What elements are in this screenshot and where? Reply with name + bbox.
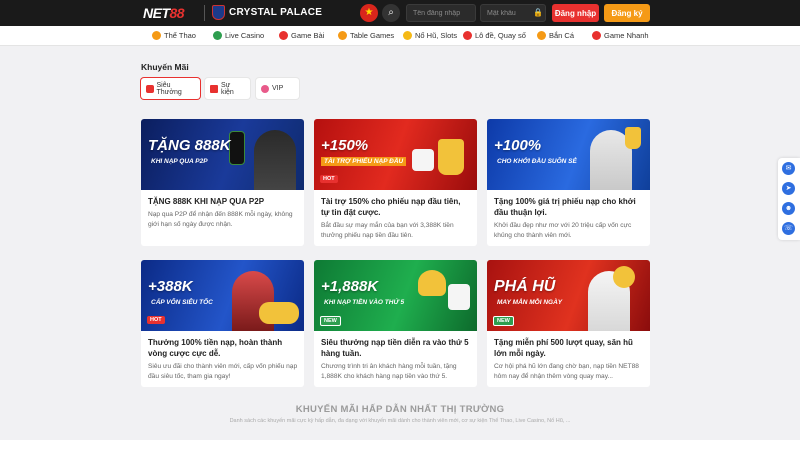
hot-badge: HOT [147,316,165,324]
banner-tagline: MAY MẮN MỖI NGÀY [497,299,563,306]
nav-item-ban-ca[interactable]: Bắn Cá [537,31,574,40]
vietnam-flag-icon[interactable]: ★ [360,4,378,22]
rocket-icon [592,31,601,40]
header-divider [204,5,205,21]
vip-icon [261,84,269,93]
lock-icon: 🔒 [533,8,543,17]
banner-headline: PHÁ HŨ [494,278,556,295]
nav-item-table-games[interactable]: Table Games [338,31,394,40]
cards-icon [279,31,288,40]
card-description: Siêu ưu đãi cho thành viên mới, cấp vốn … [148,363,298,380]
footer-strip [0,440,800,454]
promo-banner: +100% CHO KHỞI ĐẦU SUÔN SẺ [487,119,650,190]
promo-card[interactable]: +100% CHO KHỞI ĐẦU SUÔN SẺ Tặng 100% giá… [487,119,650,246]
register-button[interactable]: Đăng ký [604,4,650,22]
gift-box-image [412,149,434,171]
chat-icon[interactable]: ✉ [782,162,795,175]
soccer-ball-icon [152,31,161,40]
card-title: Thưởng 100% tiền nạp, hoàn thành vòng cư… [148,338,283,358]
card-title: Tài trợ 150% cho phiếu nạp đầu tiên, tự … [321,197,461,217]
user-icon [146,84,154,93]
banner-tagline: KHI NẠP QUA P2P [151,158,208,165]
banner-headline: +100% [494,137,542,154]
card-title: Siêu thưởng nạp tiền diễn ra vào thứ 5 h… [321,338,469,358]
tab-su-kien[interactable]: Sự kiện [205,78,250,99]
net88-logo[interactable]: NET88 [143,5,185,21]
nav-item-live-casino[interactable]: Live Casino [213,31,264,40]
promo-card[interactable]: +388K CẤP VỐN SIÊU TỐC HOT Thưởng 100% t… [141,260,304,387]
table-icon [338,31,347,40]
promo-banner: +1,888K KHI NẠP TIỀN VÀO THỨ 5 NEW [314,260,477,331]
promo-card[interactable]: +1,888K KHI NẠP TIỀN VÀO THỨ 5 NEW Siêu … [314,260,477,387]
phone-icon[interactable]: ☏ [782,222,795,235]
section-description: Danh sách các khuyến mãi cực kỳ hấp dẫn,… [229,418,571,424]
presenter-image [254,130,296,190]
banner-headline: TẶNG 888K [148,137,231,154]
banner-headline: +388K [148,278,193,295]
tab-vip[interactable]: VIP [256,78,299,99]
card-title: Tặng miễn phí 500 lượt quay, săn hũ lớn … [494,338,633,358]
card-description: Nạp qua P2P để nhận đến 888K mỗi ngày, k… [148,211,293,228]
promo-banner: +388K CẤP VỐN SIÊU TỐC HOT [141,260,304,331]
beer-image [418,270,446,296]
card-description: Cơ hội phá hũ lớn đang chờ bạn, nạp tiền… [494,363,639,380]
crystal-palace-crest-icon [212,5,225,20]
casino-chip-icon [213,31,222,40]
card-title: TẶNG 888K KHI NẠP QUA P2P [148,197,265,206]
telegram-icon[interactable]: ➤ [782,182,795,195]
phone-image [229,131,245,165]
trophy-image [625,127,641,149]
card-description: Chương trình tri ân khách hàng mỗi tuần,… [321,363,457,380]
card-description: Khởi đầu đẹp như mơ với 20 triệu cấp vốn… [494,222,632,239]
slot-icon [403,31,412,40]
fish-icon [537,31,546,40]
calendar-image [448,284,470,310]
top-bar: NET88 CRYSTAL PALACE ★ ⌕ 🔒 Đăng nhập Đăn… [0,0,800,26]
main-nav: Thể Thao Live Casino Game Bài Table Game… [0,26,800,46]
promo-card[interactable]: TẶNG 888K KHI NẠP QUA P2P TẶNG 888K KHI … [141,119,304,246]
card-description: Bắt đầu sự may mắn của bạn với 3,388K ti… [321,222,454,239]
jackpot-image [613,266,635,288]
promo-card[interactable]: +150% TÀI TRỢ PHIẾU NẠP ĐẦU HOT Tài trợ … [314,119,477,246]
login-button[interactable]: Đăng nhập [552,4,599,22]
promo-card[interactable]: PHÁ HŨ MAY MẮN MỖI NGÀY NEW Tặng miễn ph… [487,260,650,387]
trophy-image [438,139,464,175]
banner-tagline: CHO KHỞI ĐẦU SUÔN SẺ [497,158,577,165]
nav-item-the-thao[interactable]: Thể Thao [152,31,196,40]
nav-item-no-hu-slots[interactable]: Nổ Hũ, Slots [403,31,457,40]
new-badge: NEW [493,316,514,326]
promo-banner: PHÁ HŨ MAY MẮN MỖI NGÀY NEW [487,260,650,331]
banner-tagline: KHI NẠP TIỀN VÀO THỨ 5 [324,299,405,306]
banner-tagline: CẤP VỐN SIÊU TỐC [151,299,213,306]
nav-item-game-nhanh[interactable]: Game Nhanh [592,31,649,40]
hot-badge: HOT [320,175,338,183]
nav-item-lo-de[interactable]: Lô đề, Quay số [463,31,526,40]
username-input[interactable] [406,4,476,22]
banner-headline: +150% [321,137,369,154]
section-heading: KHUYẾN MÃI HẤP DẪN NHẤT THỊ TRƯỜNG [295,404,505,415]
floating-contact-bar: ✉ ➤ ☻ ☏ [778,158,800,240]
card-title: Tặng 100% giá trị phiếu nạp cho khởi đầu… [494,197,636,217]
search-icon[interactable]: ⌕ [382,4,400,22]
promo-banner: +150% TÀI TRỢ PHIẾU NẠP ĐẦU HOT [314,119,477,190]
banner-headline: +1,888K [321,278,379,295]
new-badge: NEW [320,316,341,326]
gift-icon [210,84,218,93]
lottery-icon [463,31,472,40]
group-icon[interactable]: ☻ [782,202,795,215]
promo-banner: TẶNG 888K KHI NẠP QUA P2P [141,119,304,190]
page-title: Khuyến Mãi [141,62,189,72]
nav-item-game-bai[interactable]: Game Bài [279,31,324,40]
tab-sieu-thuong[interactable]: Siêu Thưởng [141,78,200,99]
banner-tagline: TÀI TRỢ PHIẾU NẠP ĐẦU [321,157,407,166]
coins-image [259,302,299,324]
partner-name: CRYSTAL PALACE [229,7,323,18]
